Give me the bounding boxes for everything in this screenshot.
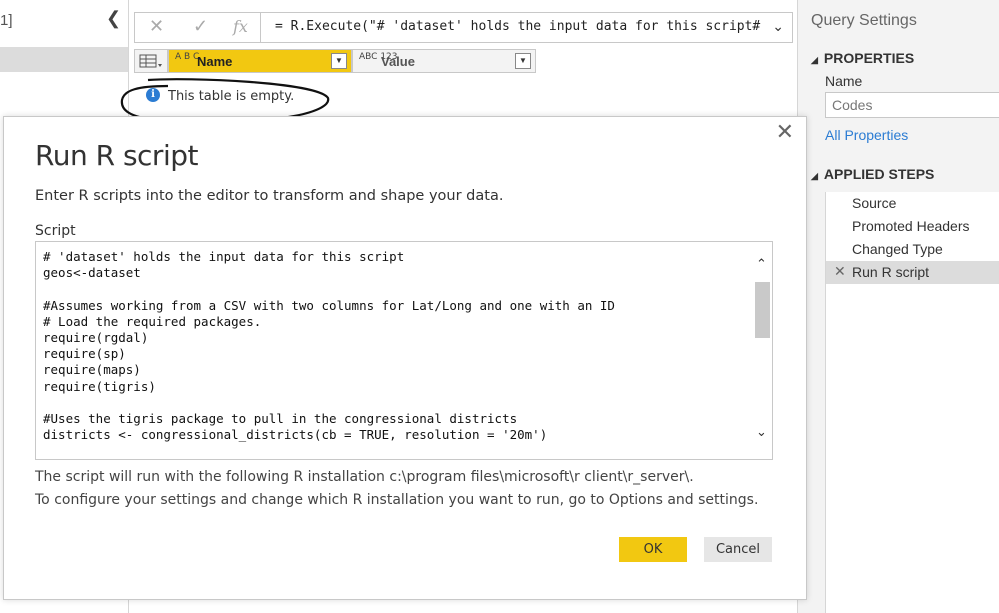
step-changed-type[interactable]: Changed Type <box>826 238 999 261</box>
all-properties-link[interactable]: All Properties <box>825 127 908 143</box>
applied-steps-section-heading[interactable]: ◢ APPLIED STEPS <box>811 166 934 182</box>
collapse-triangle-icon: ◢ <box>811 55 818 65</box>
step-label: Changed Type <box>852 241 943 257</box>
filter-dropdown-icon[interactable]: ▼ <box>515 53 531 69</box>
formula-bar-buttons: ✕ ✓ fx <box>135 13 261 42</box>
properties-heading-label: PROPERTIES <box>823 50 915 66</box>
delete-step-icon[interactable]: ✕ <box>834 263 846 280</box>
editor-scrollbar[interactable]: ⌃ ⌄ <box>753 242 772 459</box>
table-menu-icon[interactable] <box>134 49 168 73</box>
dialog-title: Run R script <box>35 139 198 172</box>
cancel-button[interactable]: Cancel <box>704 537 772 562</box>
applied-steps-heading-label: APPLIED STEPS <box>823 166 935 182</box>
name-label: Name <box>825 73 863 89</box>
formula-bar: ✕ ✓ fx = R.Execute("# 'dataset' holds th… <box>134 12 793 43</box>
empty-table-message: This table is empty. <box>168 89 295 104</box>
collapse-queries-chevron-left-icon[interactable]: ❮ <box>106 8 121 29</box>
scroll-down-chevron-icon[interactable]: ⌄ <box>756 424 767 440</box>
column-header-value[interactable]: ABC 123 Value ▼ <box>352 49 536 73</box>
close-icon[interactable]: ✕ <box>776 119 794 145</box>
step-label: Run R script <box>852 264 930 280</box>
query-name-input[interactable]: Codes <box>825 92 999 118</box>
formula-text[interactable]: = R.Execute("# 'dataset' holds the input… <box>275 19 760 34</box>
dialog-description: Enter R scripts into the editor to trans… <box>35 188 504 204</box>
table-grid-icon <box>139 54 162 68</box>
script-text[interactable]: # 'dataset' holds the input data for thi… <box>43 249 615 443</box>
commit-formula-icon[interactable]: ✓ <box>193 16 208 37</box>
filter-dropdown-icon[interactable]: ▼ <box>331 53 347 69</box>
cancel-formula-icon[interactable]: ✕ <box>149 16 164 37</box>
applied-steps-list: Source Promoted Headers Changed Type ✕ R… <box>825 192 999 613</box>
text-type-icon[interactable]: A B C <box>175 53 199 62</box>
script-editor[interactable]: # 'dataset' holds the input data for thi… <box>35 241 773 460</box>
step-label: Source <box>852 195 897 211</box>
fx-icon[interactable]: fx <box>233 17 248 36</box>
step-promoted-headers[interactable]: Promoted Headers <box>826 215 999 238</box>
scrollbar-thumb[interactable] <box>755 282 770 338</box>
column-header-label: Value <box>381 54 415 69</box>
queries-count-fragment: 1] <box>0 12 13 29</box>
collapse-triangle-icon: ◢ <box>811 171 818 181</box>
ok-button[interactable]: OK <box>619 537 687 562</box>
properties-section-heading[interactable]: ◢ PROPERTIES <box>811 50 914 66</box>
column-header-label: Name <box>197 54 233 69</box>
query-settings-pane: Query Settings ◢ PROPERTIES Name Codes Al… <box>797 0 999 613</box>
step-source[interactable]: Source <box>826 192 999 215</box>
run-r-script-dialog: ✕ Run R script Enter R scripts into the … <box>3 116 807 600</box>
r-installation-note: The script will run with the following R… <box>35 469 694 485</box>
scroll-up-chevron-icon[interactable]: ⌃ <box>756 256 767 272</box>
step-label: Promoted Headers <box>852 218 970 234</box>
query-settings-title: Query Settings <box>811 12 917 29</box>
column-header-name[interactable]: A B C Name ▼ <box>168 49 352 73</box>
step-run-r-script[interactable]: ✕ Run R script <box>826 261 999 284</box>
selected-query-row[interactable] <box>0 47 128 72</box>
script-label: Script <box>35 223 76 239</box>
configure-settings-note: To configure your settings and change wh… <box>35 492 759 508</box>
expand-formula-chevron-down-icon[interactable]: ⌄ <box>772 18 784 35</box>
info-icon: i <box>146 88 160 102</box>
